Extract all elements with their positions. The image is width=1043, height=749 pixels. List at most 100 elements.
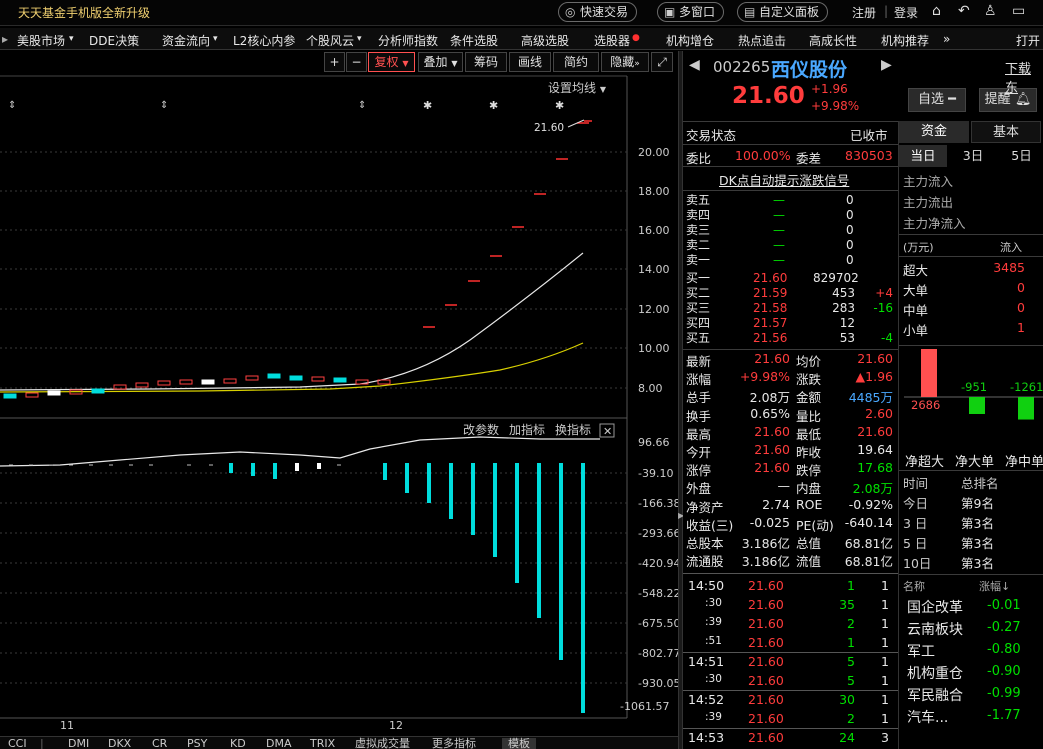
net-flow-bar <box>921 349 937 397</box>
register-link[interactable]: 注册 <box>852 4 876 21</box>
fast-trade-button[interactable]: ◎ 快速交易 <box>558 2 638 22</box>
menu-fund-flow[interactable]: 资金流向 <box>162 32 210 49</box>
menu-bar: ▸ 美股市场 ▾ DDE决策 资金流向 ▾ L2核心内参 个股风云 ▾ 分析师指数 条… <box>0 28 1043 50</box>
price-tick-label: 8.00 <box>638 382 663 395</box>
price-gridlines <box>0 151 627 389</box>
tab-cr[interactable]: CR <box>152 738 167 749</box>
back-icon[interactable]: ↶ <box>958 3 970 19</box>
menu-stock-cloud[interactable]: 个股风云 <box>306 32 354 49</box>
ask-volume: 0 <box>846 238 854 252</box>
sector-name[interactable]: 军民融合 <box>907 685 963 705</box>
indicator-axis-labels: 96.66 -39.10 -166.38 -293.66 -420.94 -548.22 -… <box>620 436 678 713</box>
menu-inst-add[interactable]: 机构增仓 <box>666 32 714 49</box>
set-ma-button[interactable]: 设置均线 ▼ <box>548 79 606 96</box>
stock-code: 002265 <box>713 58 771 76</box>
subtab-today[interactable]: 当日 <box>899 145 947 167</box>
candle <box>289 375 303 381</box>
stat-value: 2.60 <box>865 405 893 421</box>
stat-label: 涨跌 <box>796 372 822 388</box>
event-marker[interactable]: ⇕ <box>8 100 16 111</box>
tab-more[interactable]: 更多指标 <box>432 738 476 749</box>
dk-signal-link[interactable]: DK点自动提示涨跌信号 <box>719 170 849 189</box>
kline-chart-area[interactable]: ⇕ ⇕ ⇕ ✱ ✱ ✱ 21.60 20.00 18.00 16.00 14.00 12… <box>0 51 678 749</box>
menu-analyst[interactable]: 分析师指数 <box>378 32 438 49</box>
unit-label: (万元) <box>903 241 934 254</box>
home-icon[interactable]: ⌂ <box>932 3 941 19</box>
stat-label: 总手 <box>686 390 712 406</box>
kline-chart: ⇕ ⇕ ⇕ ✱ ✱ ✱ 21.60 20.00 18.00 16.00 14.00 12… <box>0 75 678 732</box>
subtab-3day[interactable]: 3日 <box>949 145 997 167</box>
minimize-icon[interactable]: ▭ <box>1012 3 1025 19</box>
draw-line-button[interactable]: 画线 <box>509 52 551 72</box>
menu-dde[interactable]: DDE决策 <box>89 32 139 49</box>
tab-kd[interactable]: KD <box>230 738 246 749</box>
change-params-button[interactable]: 改参数 <box>463 422 499 437</box>
sector-name[interactable]: 机构重仓 <box>907 663 963 683</box>
tab-dma[interactable]: DMA <box>266 738 292 749</box>
add-favorite-button[interactable]: 自选 ━ <box>908 88 966 112</box>
download-link[interactable]: 下载东 <box>1005 58 1043 96</box>
hide-button[interactable]: 隐藏» <box>601 52 649 72</box>
menu-growth[interactable]: 高成长性 <box>809 32 857 49</box>
tab-cci[interactable]: CCI <box>8 738 27 749</box>
indicator-tick-label: -802.77 <box>638 647 678 660</box>
chips-button[interactable]: 筹码 <box>465 52 507 72</box>
tick-time: 14:53 <box>688 730 725 745</box>
indicator-tick-label: -420.94 <box>638 557 678 570</box>
star-marker[interactable]: ✱ <box>423 99 432 112</box>
close-indicator-icon[interactable]: ✕ <box>603 425 612 438</box>
panel-icon: ▤ <box>744 5 756 19</box>
promo-link[interactable]: 天天基金手机版全新升级 <box>18 4 150 21</box>
overlay-select[interactable]: 叠加 ▼ <box>418 52 463 72</box>
menu-l2[interactable]: L2核心内参 <box>233 32 295 49</box>
menu-advanced[interactable]: 高级选股 <box>521 32 569 49</box>
event-marker[interactable]: ⇕ <box>160 100 168 111</box>
tab-trix[interactable]: TRIX <box>310 738 335 749</box>
sector-name[interactable]: 汽车... <box>907 707 948 727</box>
tick-volume: 30 <box>839 692 855 707</box>
indicator-bar <box>427 463 431 503</box>
shirt-icon[interactable]: ♙ <box>984 3 997 19</box>
more-icon[interactable]: » <box>943 32 950 46</box>
tab-psy[interactable]: PSY <box>187 738 207 749</box>
main-inflow-label: 主力流入 <box>903 174 954 189</box>
menu-hot[interactable]: 热点追击 <box>738 32 786 49</box>
subtab-5day[interactable]: 5日 <box>999 145 1043 167</box>
sector-name[interactable]: 军工 <box>907 641 935 661</box>
tab-fund[interactable]: 资金 <box>899 121 969 143</box>
menu-selector[interactable]: 选股器 <box>594 32 630 49</box>
multi-window-button[interactable]: ▣ 多窗口 <box>657 2 725 22</box>
menu-condition[interactable]: 条件选股 <box>450 32 498 49</box>
tab-dmi[interactable]: DMI <box>68 738 89 749</box>
login-link[interactable]: 登录 <box>894 4 918 21</box>
sector-name[interactable]: 云南板块 <box>907 619 963 639</box>
stat-value: 21.60 <box>754 423 790 439</box>
fuquan-select[interactable]: 复权 ▼ <box>368 52 415 72</box>
tab-dkx[interactable]: DKX <box>108 738 131 749</box>
switch-indicator-button[interactable]: 换指标 <box>555 422 591 437</box>
tab-virtual-volume[interactable]: 虚拟成交量 <box>355 738 410 749</box>
price-tick-label: 16.00 <box>638 224 670 237</box>
tab-basic[interactable]: 基本 <box>971 121 1041 143</box>
star-marker[interactable]: ✱ <box>489 99 498 112</box>
fullscreen-icon[interactable]: ⤢ <box>651 52 673 72</box>
indicator-bar <box>251 463 255 476</box>
menu-inst-rec[interactable]: 机构推荐 <box>881 32 929 49</box>
tab-template[interactable]: 模板 <box>502 738 536 749</box>
stat-label: ROE <box>796 496 823 512</box>
sector-name[interactable]: 国企改革 <box>907 597 963 617</box>
menu-us-market[interactable]: 美股市场 <box>17 32 65 49</box>
next-stock-icon[interactable]: ▶ <box>881 57 892 73</box>
prev-stock-icon[interactable]: ◀ <box>689 57 700 73</box>
event-marker[interactable]: ⇕ <box>358 100 366 111</box>
star-marker[interactable]: ✱ <box>555 99 564 112</box>
custom-panel-button[interactable]: ▤ 自定义面板 <box>737 2 829 22</box>
ask-label: 卖三 <box>686 223 711 237</box>
zoom-out-button[interactable]: − <box>346 52 367 72</box>
price-tick-label: 10.00 <box>638 342 670 355</box>
add-indicator-button[interactable]: 加指标 <box>509 422 545 437</box>
sector-pct-head[interactable]: 涨幅↓ <box>979 578 1010 594</box>
simple-mode-button[interactable]: 简约 <box>553 52 599 72</box>
zoom-in-button[interactable]: + <box>324 52 345 72</box>
menu-open[interactable]: 打开 <box>1016 32 1040 49</box>
